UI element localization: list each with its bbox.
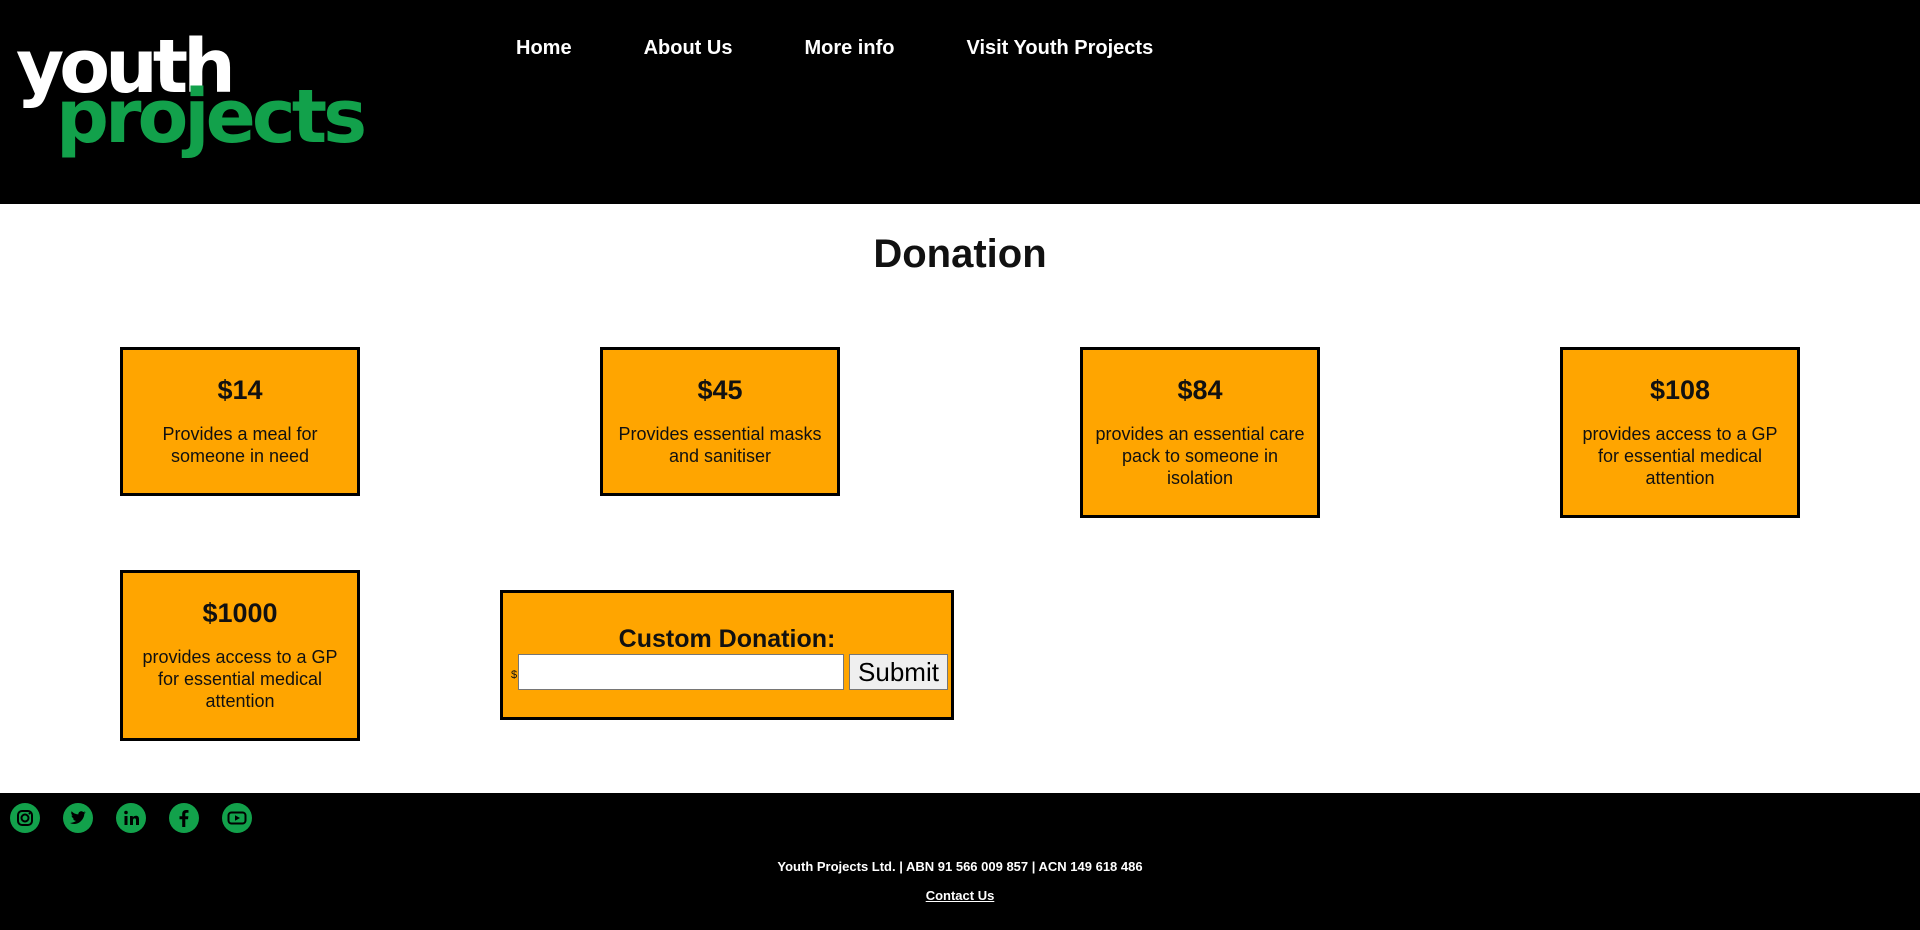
donation-option-card[interactable]: $45 Provides essential masks and sanitis…	[600, 347, 840, 496]
donation-description: Provides a meal for someone in need	[162, 424, 318, 466]
donation-option-card[interactable]: $84 provides an essential care pack to s…	[1080, 347, 1320, 518]
site-header: youth projects Home About Us More info V…	[0, 0, 1920, 204]
nav-visit-youth-projects-link[interactable]: Visit Youth Projects	[966, 35, 1153, 61]
nav-about-us-link[interactable]: About Us	[644, 35, 733, 61]
logo-word-projects: projects	[56, 74, 367, 160]
donation-amount: $108	[1649, 375, 1711, 405]
youth-projects-logo[interactable]: youth projects	[16, 30, 376, 170]
contact-us-wrapper: Contact Us	[0, 888, 1920, 904]
instagram-icon[interactable]	[9, 802, 41, 834]
page-title: Donation	[873, 232, 1047, 276]
facebook-icon[interactable]	[168, 802, 200, 834]
donation-description: provides access to a GP for essential me…	[1582, 424, 1778, 488]
site-footer: Youth Projects Ltd. | ABN 91 566 009 857…	[0, 793, 1920, 930]
social-links	[9, 802, 274, 834]
linkedin-icon[interactable]	[115, 802, 147, 834]
submit-button[interactable]: Submit	[849, 654, 948, 690]
donation-description: provides an essential care pack to someo…	[1095, 424, 1305, 488]
contact-us-link[interactable]: Contact Us	[926, 888, 995, 903]
nav-more-info-link[interactable]: More info	[804, 35, 894, 61]
currency-symbol: $	[511, 669, 518, 681]
donation-option-card[interactable]: $108 provides access to a GP for essenti…	[1560, 347, 1800, 518]
donation-amount: $45	[697, 375, 743, 405]
custom-donation-box: Custom Donation: $ Submit	[500, 590, 954, 720]
donation-amount: $84	[1177, 375, 1223, 405]
twitter-icon[interactable]	[62, 802, 94, 834]
legal-text: Youth Projects Ltd. | ABN 91 566 009 857…	[777, 859, 1143, 874]
donation-description: Provides essential masks and sanitiser	[618, 424, 822, 466]
main-nav: Home About Us More info Visit Youth Proj…	[516, 35, 1225, 61]
custom-amount-input[interactable]	[518, 654, 844, 690]
donation-description: provides access to a GP for essential me…	[142, 647, 338, 711]
donation-option-card[interactable]: $14 Provides a meal for someone in need	[120, 347, 360, 496]
donation-option-card[interactable]: $1000 provides access to a GP for essent…	[120, 570, 360, 741]
donation-amount: $1000	[202, 598, 278, 628]
donation-amount: $14	[217, 375, 263, 405]
custom-donation-title: Custom Donation:	[618, 625, 836, 653]
youtube-icon[interactable]	[221, 802, 253, 834]
nav-home-link[interactable]: Home	[516, 35, 572, 61]
